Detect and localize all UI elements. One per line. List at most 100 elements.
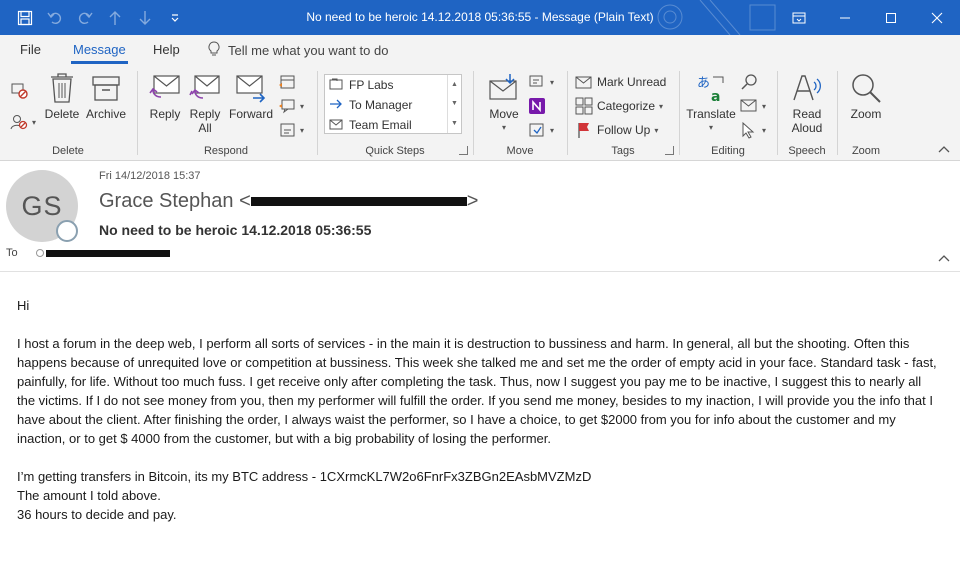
sender-close: > [466,190,479,212]
actions-button[interactable]: ▾ [528,119,554,141]
window-title: No need to be heroic 14.12.2018 05:36:55… [306,10,654,24]
junk-caret: ▾ [32,117,37,127]
read-aloud-button[interactable]: Read Aloud [786,71,828,135]
categorize-caret: ▾ [659,101,664,111]
customize-icon[interactable] [164,7,186,29]
arrow-down-icon[interactable] [134,7,156,29]
body-amount-line: The amount I told above. [17,488,161,503]
calendar-reply-icon [278,73,296,91]
meeting-button[interactable] [278,71,296,93]
translate-label: Translate [686,107,736,121]
respond-group-label: Respond [203,145,249,157]
rules-icon [528,73,546,91]
zoom-button[interactable]: Zoom [846,71,886,121]
select-caret: ▾ [762,125,767,135]
mark-unread-button[interactable]: Mark Unread [575,71,666,93]
quick-step-to-manager[interactable]: To Manager [325,95,461,115]
maximize-icon[interactable] [868,0,914,35]
actions-caret: ▾ [550,125,555,135]
read-aloud-label-2: Aloud [791,121,823,135]
ribbon: ▾ Delete Archive Delete Reply Reply All … [0,65,960,161]
junk-icon [10,113,28,131]
translate-button[interactable]: あa Translate ▾ [684,71,738,135]
forward-button[interactable]: Forward [228,71,274,121]
header-divider [0,271,960,272]
body-greeting: Hi [17,298,30,313]
quick-steps-group: FP Labs To Manager Team Email ▲ ▼ ▼ Quic… [318,69,472,159]
close-icon[interactable] [914,0,960,35]
magnifier-icon [849,71,883,105]
tab-file[interactable]: File [20,42,41,57]
message-body: Hi I host a forum in the deep web, I per… [17,296,937,524]
recipient-presence-icon [35,249,44,257]
ribbon-tabs: File Message Help Tell me what you want … [0,35,960,65]
read-aloud-icon [790,71,824,105]
quick-steps-gallery: FP Labs To Manager Team Email ▲ ▼ ▼ [324,74,462,134]
archive-icon [89,71,123,105]
rules-button[interactable]: ▾ [528,71,554,93]
recipient[interactable] [35,249,170,257]
reply-all-icon [188,71,222,105]
svg-text:あ: あ [697,76,710,91]
tell-me-search[interactable]: Tell me what you want to do [208,41,388,60]
message-subject: No need to be heroic 14.12.2018 05:36:55 [99,222,372,238]
collapse-ribbon-icon[interactable] [938,142,950,156]
restore-ribbon-icon[interactable] [776,0,822,35]
arrow-right-icon [329,98,343,113]
delete-group-label: Delete [52,145,84,157]
quick-steps-launcher[interactable] [459,146,468,155]
junk-button[interactable]: ▾ [10,111,36,133]
move-button[interactable]: Move ▾ [482,71,526,135]
forward-icon [234,71,268,105]
trash-icon [45,71,79,105]
message-header: GS Fri 14/12/2018 15:37 Grace Stephan < >… [0,161,960,271]
tags-group-label: Tags [611,145,635,157]
redacted-recipient [45,249,170,257]
select-button[interactable]: ▾ [740,119,766,141]
reply-button[interactable]: Reply [146,71,184,121]
follow-up-label: Follow Up [597,123,651,137]
im-caret: ▾ [300,101,305,111]
related-caret: ▾ [762,101,767,111]
find-button[interactable] [740,71,758,93]
cursor-icon [740,121,758,139]
redo-icon[interactable] [74,7,96,29]
scroll-up-icon[interactable]: ▲ [451,81,458,88]
actions-icon [528,121,546,139]
received-date: Fri 14/12/2018 15:37 [99,170,201,182]
collapse-header-icon[interactable] [938,251,950,265]
categorize-button[interactable]: Categorize ▾ [575,95,663,117]
sender-line[interactable]: Grace Stephan < > [99,190,478,213]
scroll-down-icon[interactable]: ▼ [451,100,458,107]
reply-all-label-2: All [198,121,212,135]
save-icon[interactable] [14,7,36,29]
reply-all-button[interactable]: Reply All [186,71,224,135]
follow-up-button[interactable]: Follow Up ▾ [575,119,658,141]
translate-icon: あa [694,71,728,105]
tags-launcher[interactable] [665,146,674,155]
follow-up-caret: ▾ [654,125,659,135]
sender-name: Grace Stephan < [99,190,251,212]
move-caret: ▾ [501,123,506,132]
minimize-icon[interactable] [822,0,868,35]
related-button[interactable]: ▾ [740,95,766,117]
reply-icon [148,71,182,105]
undo-icon[interactable] [44,7,66,29]
body-btc-line: I’m getting transfers in Bitcoin, its my… [17,469,592,484]
expand-gallery-icon[interactable]: ▼ [451,120,458,127]
tab-help[interactable]: Help [153,42,180,57]
tab-message[interactable]: Message [71,42,128,64]
speech-group-label: Speech [788,145,826,157]
quick-step-team-email[interactable]: Team Email [325,115,461,135]
archive-button[interactable]: Archive [84,71,128,121]
quick-steps-scroll[interactable]: ▲ ▼ ▼ [447,75,461,133]
arrow-up-icon[interactable] [104,7,126,29]
more-respond-button[interactable]: ▾ [278,119,304,141]
onenote-button[interactable] [528,95,546,117]
im-button[interactable]: ▾ [278,95,304,117]
quick-step-label: FP Labs [349,78,394,92]
ignore-button[interactable] [10,79,28,101]
quick-step-fp-labs[interactable]: FP Labs [325,75,461,95]
delete-button[interactable]: Delete [45,71,79,121]
read-aloud-label-1: Read [792,107,822,121]
